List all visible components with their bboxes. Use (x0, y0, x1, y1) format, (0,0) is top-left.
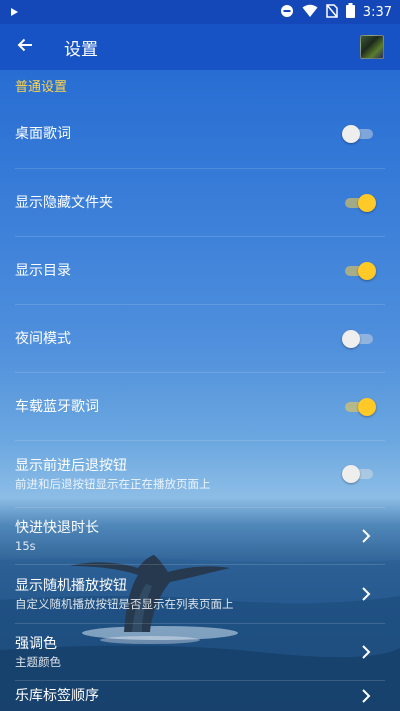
status-bar: 3:37 (0, 0, 400, 24)
arrow-left-icon (16, 36, 34, 58)
setting-title: 显示前进后退按钮 (15, 458, 127, 474)
setting-title: 显示隐藏文件夹 (15, 194, 113, 211)
setting-show-shuffle-button[interactable]: 显示随机播放按钮 自定义随机播放按钮是否显示在列表页面上 (0, 565, 400, 623)
app-bar: 设置 (0, 24, 400, 70)
setting-subtitle: 前进和后退按钮显示在正在播放页面上 (15, 477, 211, 491)
setting-title: 车载蓝牙歌词 (15, 398, 99, 415)
show-directory-toggle[interactable] (342, 261, 376, 281)
chevron-right-icon (356, 642, 376, 662)
desktop-lyrics-toggle[interactable] (342, 124, 376, 144)
show-hidden-folders-toggle[interactable] (342, 193, 376, 213)
night-mode-toggle[interactable] (342, 329, 376, 349)
setting-title: 强调色 (15, 636, 57, 652)
chevron-right-icon (356, 526, 376, 546)
setting-title: 桌面歌词 (15, 126, 71, 142)
settings-list: 普通设置 桌面歌词 显示隐藏文件夹 显示目录 夜间模式 车载蓝牙歌词 显示前进后… (0, 70, 400, 704)
setting-seek-duration[interactable]: 快进快退时长 15s (0, 508, 400, 564)
setting-subtitle: 主题颜色 (15, 655, 61, 669)
wifi-icon (302, 3, 318, 22)
setting-library-tab-order[interactable]: 乐库标签顺序 (0, 681, 400, 711)
setting-show-directory[interactable]: 显示目录 (0, 237, 400, 304)
back-button[interactable] (0, 24, 50, 70)
setting-title: 显示目录 (15, 262, 71, 279)
no-sim-icon (326, 3, 338, 22)
page-title: 设置 (64, 39, 98, 60)
do-not-disturb-icon (280, 3, 294, 22)
battery-icon (345, 2, 355, 22)
setting-accent-color[interactable]: 强调色 主题颜色 (0, 624, 400, 680)
setting-subtitle: 自定义随机播放按钮是否显示在列表页面上 (15, 597, 234, 611)
setting-desktop-lyrics[interactable]: 桌面歌词 (0, 100, 400, 168)
chevron-right-icon (356, 686, 376, 706)
album-art-thumbnail[interactable] (360, 35, 384, 59)
setting-show-hidden-folders[interactable]: 显示隐藏文件夹 (0, 169, 400, 236)
setting-title: 夜间模式 (15, 330, 71, 347)
setting-night-mode[interactable]: 夜间模式 (0, 305, 400, 372)
play-icon (8, 3, 20, 22)
setting-title: 乐库标签顺序 (15, 688, 99, 704)
setting-subtitle: 15s (15, 539, 36, 553)
show-prev-next-buttons-toggle[interactable] (342, 464, 376, 484)
setting-title: 显示随机播放按钮 (15, 578, 127, 594)
setting-show-prev-next-buttons[interactable]: 显示前进后退按钮 前进和后退按钮显示在正在播放页面上 (0, 441, 400, 507)
car-bluetooth-lyrics-toggle[interactable] (342, 397, 376, 417)
chevron-right-icon (356, 584, 376, 604)
setting-car-bluetooth-lyrics[interactable]: 车载蓝牙歌词 (0, 373, 400, 440)
section-header: 普通设置 (15, 79, 68, 95)
status-time: 3:37 (362, 4, 392, 20)
setting-title: 快进快退时长 (15, 520, 99, 536)
